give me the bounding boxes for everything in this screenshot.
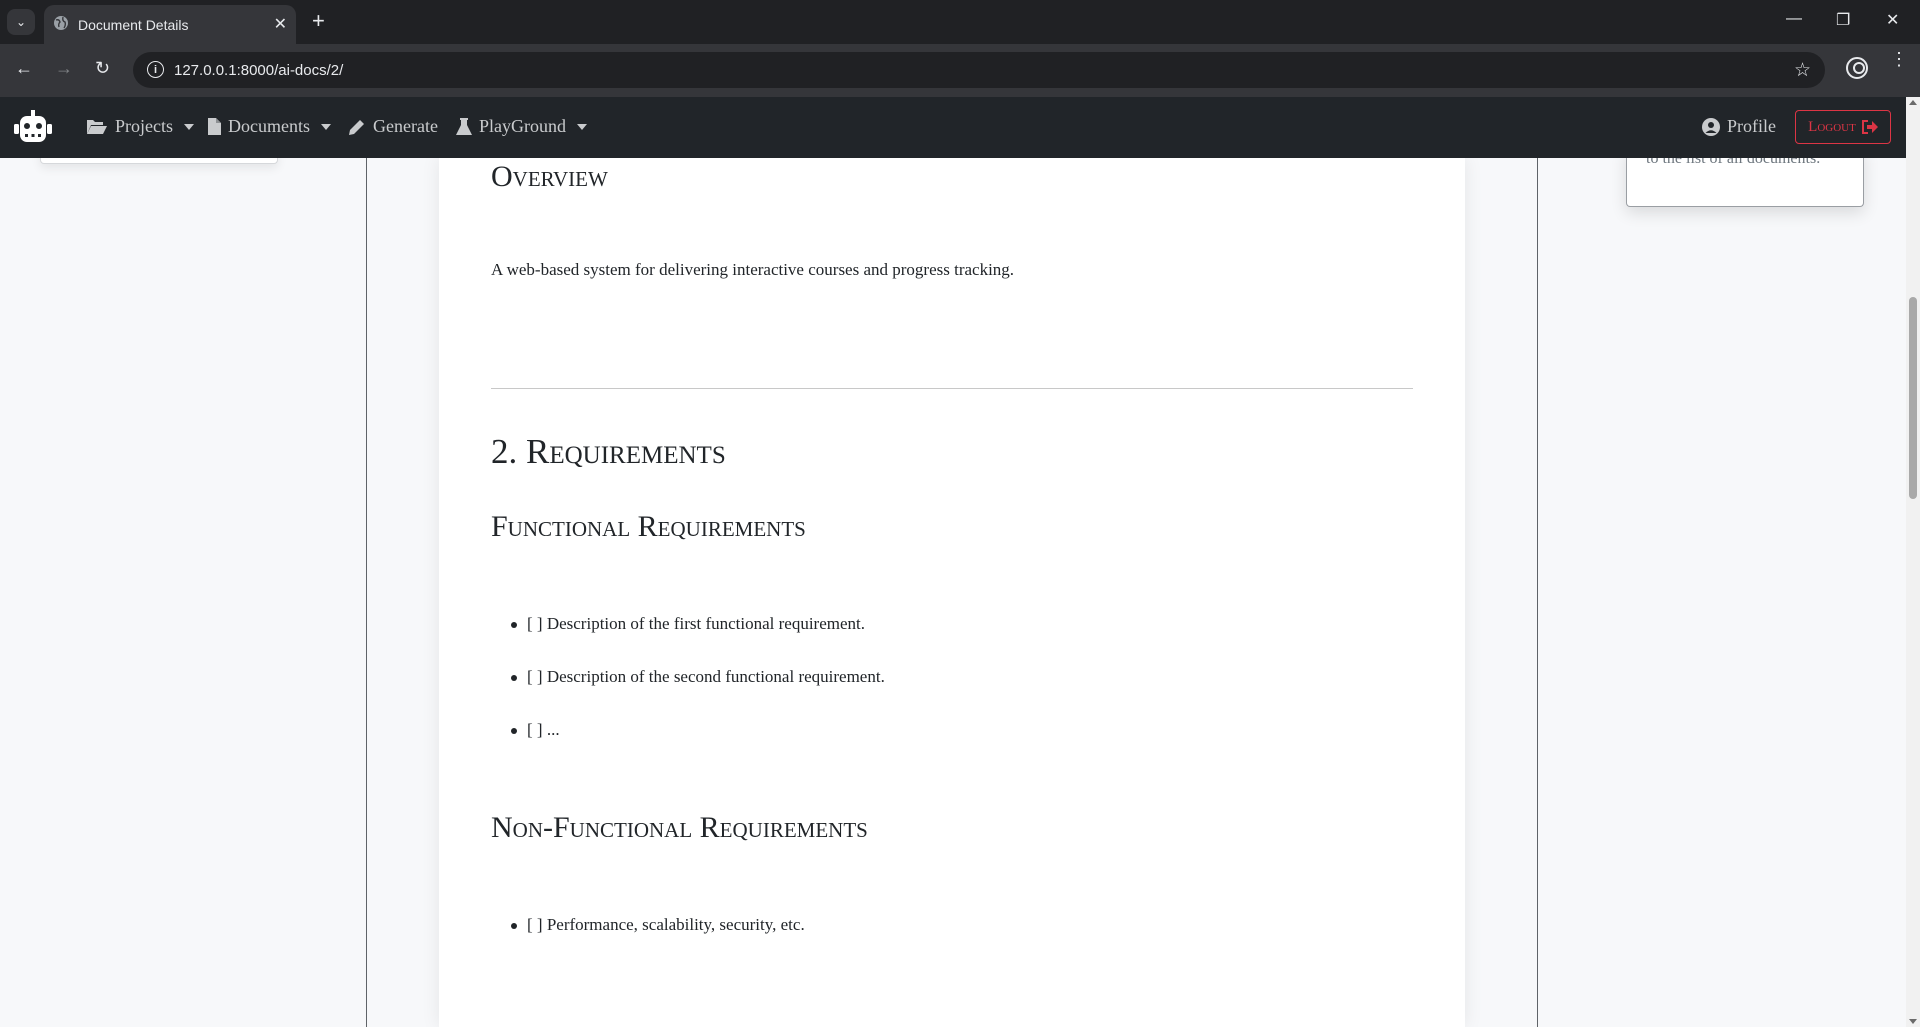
functional-requirements-list: [ ] Description of the first functional … bbox=[491, 614, 885, 773]
requirements-heading: 2. Requirements bbox=[491, 432, 726, 471]
minimize-button[interactable]: — bbox=[1786, 10, 1802, 28]
document-body: Overview A web-based system for deliveri… bbox=[439, 158, 1465, 1027]
overview-heading: Overview bbox=[491, 160, 608, 193]
profile-link[interactable]: Profile bbox=[1702, 116, 1776, 137]
tab-title: Document Details bbox=[78, 17, 189, 33]
list-item: [ ] ... bbox=[491, 720, 885, 773]
generate-link[interactable]: Generate bbox=[348, 116, 438, 137]
left-sidebar-card bbox=[40, 158, 278, 164]
close-tab-icon[interactable]: ✕ bbox=[274, 14, 287, 34]
info-card-text: to the list of all documents. bbox=[1646, 158, 1821, 167]
projects-dropdown[interactable]: Projects bbox=[86, 116, 194, 137]
documents-label: Documents bbox=[228, 116, 310, 136]
address-bar-row: ← → ↻ i 127.0.0.1:8000/ai-docs/2/ ☆ ⋮ bbox=[0, 44, 1920, 97]
scrollbar-thumb[interactable] bbox=[1909, 297, 1917, 499]
chevron-down-icon bbox=[320, 123, 331, 130]
tab-search-button[interactable]: ⌄ bbox=[7, 9, 35, 35]
projects-label: Projects bbox=[115, 116, 173, 136]
url-input[interactable]: i 127.0.0.1:8000/ai-docs/2/ ☆ bbox=[133, 52, 1825, 88]
profile-label: Profile bbox=[1727, 116, 1776, 136]
list-item: [ ] Performance, scalability, security, … bbox=[491, 915, 805, 968]
chevron-down-icon bbox=[577, 123, 587, 130]
page-content: to the list of all documents. Overview A… bbox=[0, 158, 1906, 1027]
browser-menu-icon[interactable]: ⋮ bbox=[1890, 50, 1908, 68]
scroll-down-arrow-icon[interactable] bbox=[1909, 1019, 1917, 1024]
browser-tab[interactable]: Document Details ✕ bbox=[44, 5, 296, 44]
chevron-down-icon bbox=[184, 123, 194, 130]
file-icon bbox=[208, 118, 221, 135]
list-item: [ ] Description of the first functional … bbox=[491, 614, 885, 667]
browser-profile-icon[interactable] bbox=[1846, 57, 1868, 79]
url-text: 127.0.0.1:8000/ai-docs/2/ bbox=[174, 62, 344, 79]
non-functional-requirements-heading: Non-Functional Requirements bbox=[491, 811, 868, 844]
bookmark-star-icon[interactable]: ☆ bbox=[1794, 59, 1811, 82]
folder-open-icon bbox=[87, 120, 107, 134]
logout-label: Logout bbox=[1808, 118, 1856, 135]
robot-logo-icon[interactable] bbox=[14, 110, 52, 144]
forward-arrow-icon[interactable]: → bbox=[55, 58, 73, 79]
logout-button[interactable]: Logout bbox=[1795, 110, 1891, 144]
browser-tab-bar: ⌄ Document Details ✕ + — ❐ ✕ bbox=[0, 0, 1920, 44]
non-functional-requirements-list: [ ] Performance, scalability, security, … bbox=[491, 915, 805, 968]
new-tab-button[interactable]: + bbox=[312, 9, 325, 33]
pencil-icon bbox=[349, 119, 364, 135]
overview-text: A web-based system for delivering intera… bbox=[491, 260, 1015, 279]
section-divider bbox=[491, 388, 1413, 389]
app-navbar: Projects Documents Generate PlayGround P… bbox=[0, 97, 1906, 158]
documents-dropdown[interactable]: Documents bbox=[208, 116, 331, 137]
site-info-icon[interactable]: i bbox=[147, 61, 164, 78]
right-info-card: to the list of all documents. bbox=[1626, 158, 1864, 207]
user-circle-icon bbox=[1702, 117, 1720, 136]
page-scrollbar[interactable] bbox=[1906, 97, 1920, 1027]
functional-requirements-heading: Functional Requirements bbox=[491, 510, 806, 543]
globe-icon bbox=[54, 16, 68, 30]
sign-out-icon bbox=[1861, 120, 1878, 134]
close-window-button[interactable]: ✕ bbox=[1886, 10, 1899, 30]
back-arrow-icon[interactable]: ← bbox=[15, 58, 33, 79]
playground-dropdown[interactable]: PlayGround bbox=[456, 116, 587, 137]
playground-label: PlayGround bbox=[479, 116, 566, 136]
restore-button[interactable]: ❐ bbox=[1836, 10, 1850, 30]
scroll-up-arrow-icon[interactable] bbox=[1909, 100, 1917, 105]
list-item: [ ] Description of the second functional… bbox=[491, 667, 885, 720]
reload-icon[interactable]: ↻ bbox=[95, 58, 110, 79]
generate-label: Generate bbox=[373, 116, 438, 136]
flask-icon bbox=[456, 117, 472, 135]
